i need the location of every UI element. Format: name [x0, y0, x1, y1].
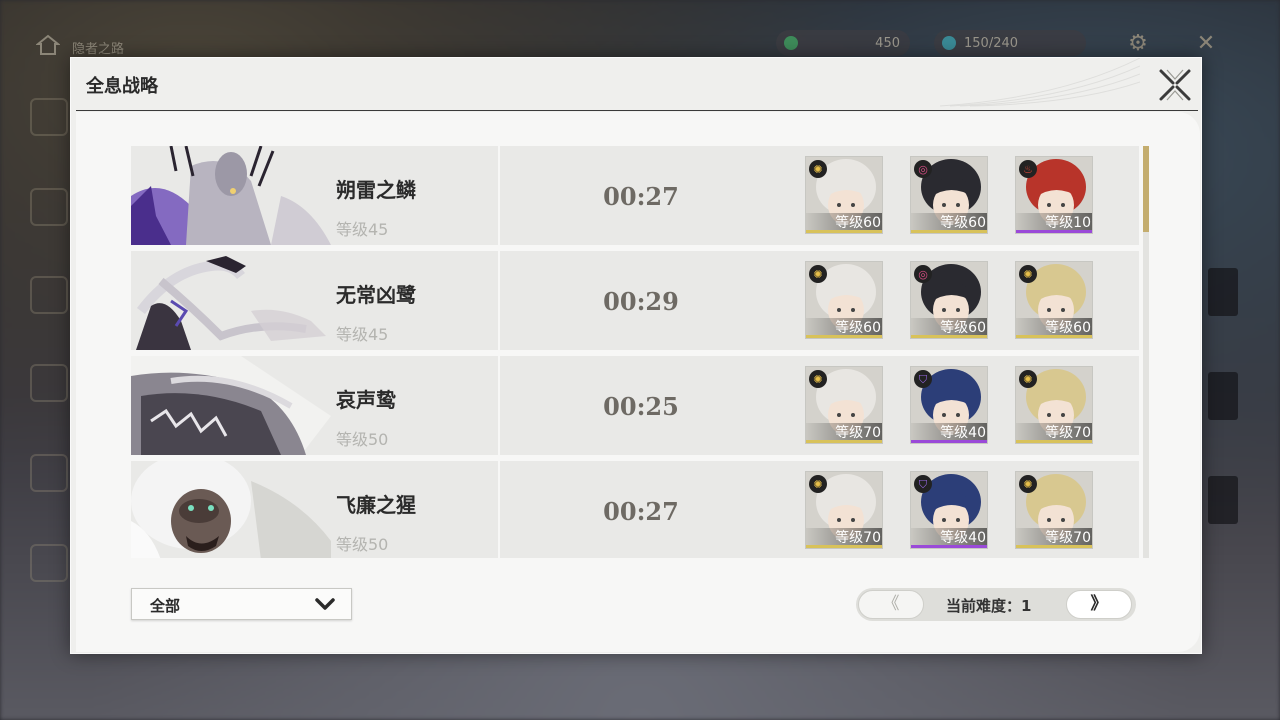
- rarity-bar: [911, 545, 987, 548]
- clear-time: 00:25: [603, 392, 679, 421]
- boss-name: 飞廉之猩: [336, 493, 416, 517]
- rarity-bar: [911, 230, 987, 233]
- row-divider: [498, 356, 500, 455]
- flame-icon: ♨: [1019, 160, 1037, 178]
- left-rail-icon-1[interactable]: [30, 98, 68, 136]
- back-icon[interactable]: [35, 34, 62, 56]
- boss-level: 等级50: [336, 535, 389, 554]
- team-member[interactable]: ✺ 等级60: [1015, 261, 1093, 339]
- boss-name: 朔雷之鳞: [336, 178, 416, 202]
- team-member[interactable]: ✺ 等级70: [1015, 471, 1093, 549]
- boss-row[interactable]: 哀声鸷 等级50 00:25 ✺ 等级70 ⛉ 等级40 ✺ 等级70: [131, 356, 1139, 455]
- row-divider: [498, 461, 500, 558]
- clear-time: 00:27: [603, 497, 679, 526]
- title-decoration: [939, 58, 1140, 107]
- ring-icon: ◎: [914, 265, 932, 283]
- team-member[interactable]: ♨ 等级10: [1015, 156, 1093, 234]
- team-member[interactable]: ✺ 等级60: [805, 261, 883, 339]
- hud-close-icon[interactable]: ✕: [1192, 30, 1220, 58]
- sun-icon: ✺: [809, 265, 827, 283]
- filter-selected-value: 全部: [150, 597, 181, 615]
- left-rail-icon-3[interactable]: [30, 276, 68, 314]
- right-rail-slot-3: [1208, 476, 1238, 524]
- resource-1-value: 450: [875, 35, 900, 51]
- rarity-bar: [1016, 335, 1092, 338]
- rarity-bar: [806, 440, 882, 443]
- rarity-bar: [806, 545, 882, 548]
- rarity-bar: [806, 335, 882, 338]
- prev-difficulty-button[interactable]: 《: [858, 590, 924, 619]
- boss-portrait: [131, 461, 331, 558]
- close-icon: [1159, 69, 1191, 101]
- team-member[interactable]: ✺ 等级70: [805, 471, 883, 549]
- sun-icon: ✺: [1019, 265, 1037, 283]
- boss-portrait: [131, 356, 331, 455]
- ring-icon: ◎: [914, 160, 932, 178]
- boss-row[interactable]: 无常凶鹭 等级45 00:29 ✺ 等级60 ◎ 等级60 ✺ 等级60: [131, 251, 1139, 350]
- difficulty-value: 1: [1021, 597, 1032, 615]
- sun-icon: ✺: [809, 370, 827, 388]
- rarity-bar: [1016, 440, 1092, 443]
- close-button[interactable]: [1156, 66, 1194, 104]
- rarity-bar: [1016, 230, 1092, 233]
- shield-icon: ⛉: [914, 370, 932, 388]
- hud-title: 隐者之路: [72, 42, 125, 57]
- chevron-down-icon: [315, 598, 335, 610]
- next-difficulty-button[interactable]: 》: [1066, 590, 1132, 619]
- resource-counter-2[interactable]: 150/240: [934, 30, 1086, 56]
- sun-icon: ✺: [809, 475, 827, 493]
- boss-list[interactable]: 朔雷之鳞 等级45 00:27 ✺ 等级60 ◎ 等级60 ♨ 等级10 无常凶…: [131, 146, 1139, 558]
- resource-counter-1[interactable]: 450: [776, 30, 910, 56]
- boss-level: 等级50: [336, 430, 389, 449]
- sun-icon: ✺: [809, 160, 827, 178]
- row-divider: [498, 251, 500, 350]
- modal-title: 全息战略: [86, 76, 158, 97]
- row-divider: [498, 146, 500, 245]
- difficulty-indicator: 当前难度：1: [946, 595, 1031, 616]
- settings-icon[interactable]: ⚙: [1124, 30, 1152, 58]
- resource-2-icon: [942, 36, 956, 50]
- team-member[interactable]: ⛉ 等级40: [910, 471, 988, 549]
- team-member[interactable]: ◎ 等级60: [910, 261, 988, 339]
- element-filter-dropdown[interactable]: 全部: [131, 588, 352, 620]
- resource-2-value: 150/240: [964, 35, 1019, 51]
- boss-name: 哀声鸷: [336, 388, 396, 412]
- shield-icon: ⛉: [914, 475, 932, 493]
- team-member[interactable]: ⛉ 等级40: [910, 366, 988, 444]
- team-member[interactable]: ✺ 等级60: [805, 156, 883, 234]
- left-rail-icon-2[interactable]: [30, 188, 68, 226]
- sun-icon: ✺: [1019, 370, 1037, 388]
- boss-level: 等级45: [336, 325, 389, 344]
- right-rail-slot-1: [1208, 268, 1238, 316]
- hud-top-bar: 隐者之路 450 150/240 ⚙ ✕: [0, 0, 1280, 58]
- clear-time: 00:27: [603, 182, 679, 211]
- boss-row[interactable]: 朔雷之鳞 等级45 00:27 ✺ 等级60 ◎ 等级60 ♨ 等级10: [131, 146, 1139, 245]
- resource-1-icon: [784, 36, 798, 50]
- title-divider: [76, 110, 1198, 111]
- boss-portrait: [131, 146, 331, 245]
- difficulty-label: 当前难度：: [946, 597, 1022, 615]
- list-scrollbar-thumb[interactable]: [1143, 146, 1149, 232]
- rarity-bar: [911, 440, 987, 443]
- left-rail-icon-5[interactable]: [30, 454, 68, 492]
- clear-time: 00:29: [603, 287, 679, 316]
- boss-portrait: [131, 251, 331, 350]
- left-rail-icon-4[interactable]: [30, 364, 68, 402]
- boss-level: 等级45: [336, 220, 389, 239]
- left-rail-icon-6[interactable]: [30, 544, 68, 582]
- right-rail-slot-2: [1208, 372, 1238, 420]
- rarity-bar: [911, 335, 987, 338]
- sun-icon: ✺: [1019, 475, 1037, 493]
- boss-name: 无常凶鹭: [336, 283, 416, 307]
- rarity-bar: [1016, 545, 1092, 548]
- difficulty-pager: 《 当前难度：1 》: [856, 588, 1136, 621]
- rarity-bar: [806, 230, 882, 233]
- team-member[interactable]: ✺ 等级70: [1015, 366, 1093, 444]
- team-member[interactable]: ◎ 等级60: [910, 156, 988, 234]
- boss-row[interactable]: 飞廉之猩 等级50 00:27 ✺ 等级70 ⛉ 等级40 ✺ 等级70: [131, 461, 1139, 558]
- team-member[interactable]: ✺ 等级70: [805, 366, 883, 444]
